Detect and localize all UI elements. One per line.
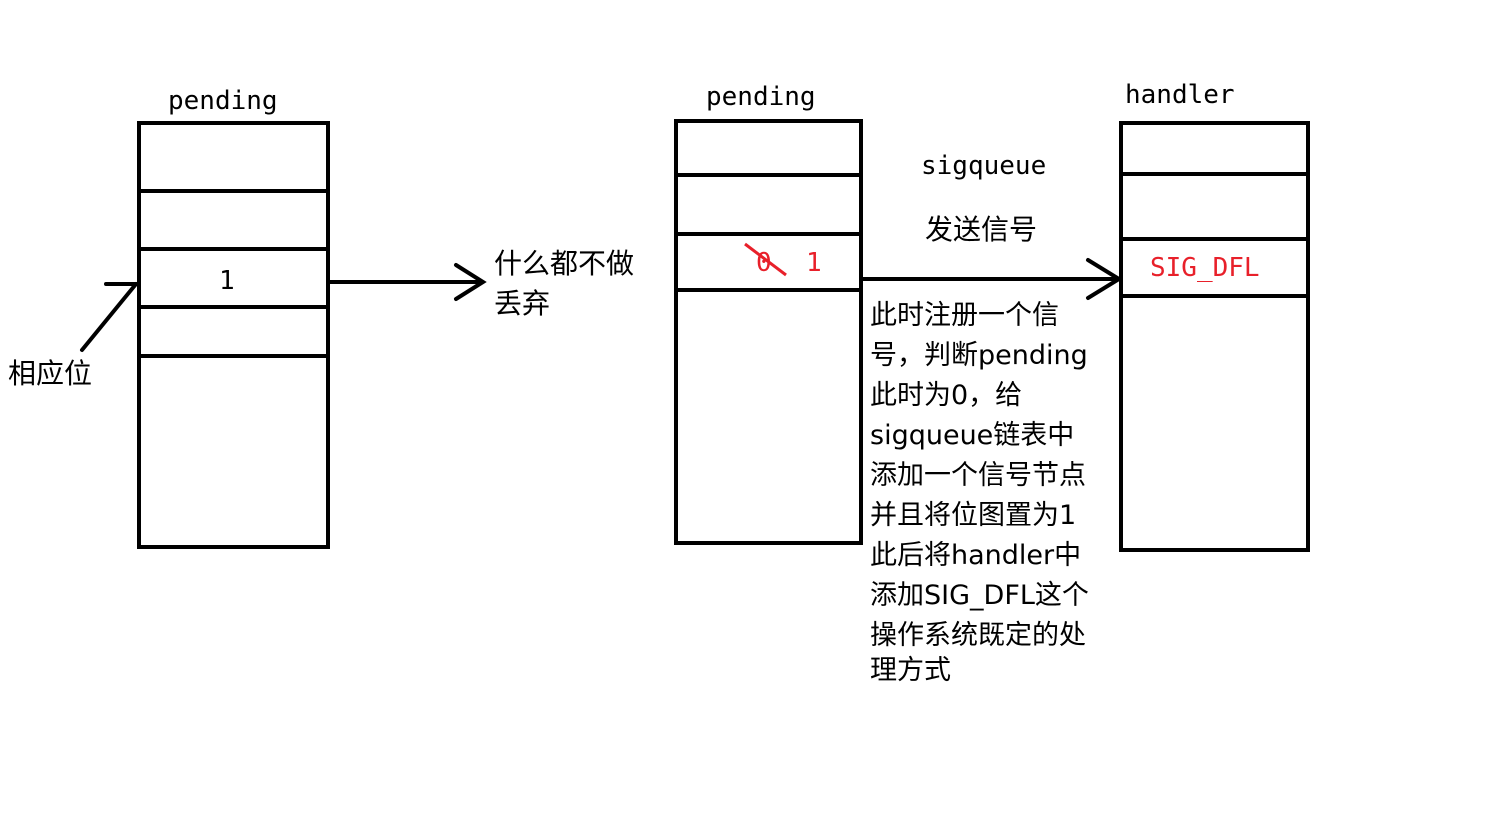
explanation-line: 此后将handler中	[870, 540, 1082, 571]
left-bit-value: 1	[219, 266, 235, 296]
handler-table-title: handler	[1125, 80, 1235, 110]
middle-table-border	[674, 119, 863, 545]
explanation-line: 并且将位图置为1	[870, 500, 1077, 531]
sigqueue-label: sigqueue	[921, 151, 1047, 181]
explanation-line: 此时注册一个信	[870, 300, 1059, 331]
middle-pending-table	[674, 119, 863, 545]
discard-result-line2: 丢弃	[494, 287, 551, 320]
pointer-arrow	[80, 282, 140, 352]
explanation-text: 此时注册一个信 号，判断pending 此时为0，给 sigqueue链表中 添…	[870, 296, 1130, 686]
explanation-line: 添加一个信号节点	[870, 460, 1086, 491]
left-pending-table	[137, 121, 330, 549]
discard-arrow	[328, 263, 487, 301]
send-signal-arrow	[861, 258, 1123, 300]
handler-table-border	[1119, 121, 1310, 552]
middle-table-title: pending	[706, 82, 816, 112]
explanation-line: sigqueue链表中	[870, 420, 1075, 451]
explanation-line: 号，判断pending	[870, 340, 1088, 371]
explanation-line: 操作系统既定的处	[870, 620, 1086, 651]
handler-table	[1119, 121, 1310, 552]
pointer-label: 相应位	[8, 357, 93, 390]
send-signal-label: 发送信号	[925, 213, 1038, 246]
old-bit-value: 0	[756, 248, 772, 278]
explanation-line: 添加SIG_DFL这个	[870, 580, 1089, 611]
left-table-border	[137, 121, 330, 549]
explanation-line: 此时为0，给	[870, 380, 1023, 411]
discard-result-line1: 什么都不做	[494, 247, 635, 280]
new-bit-value: 1	[806, 248, 822, 278]
diagram-canvas	[80, 119, 1310, 552]
explanation-line: 理方式	[870, 655, 951, 686]
handler-entry: SIG_DFL	[1150, 253, 1260, 283]
left-table-title: pending	[168, 86, 278, 116]
